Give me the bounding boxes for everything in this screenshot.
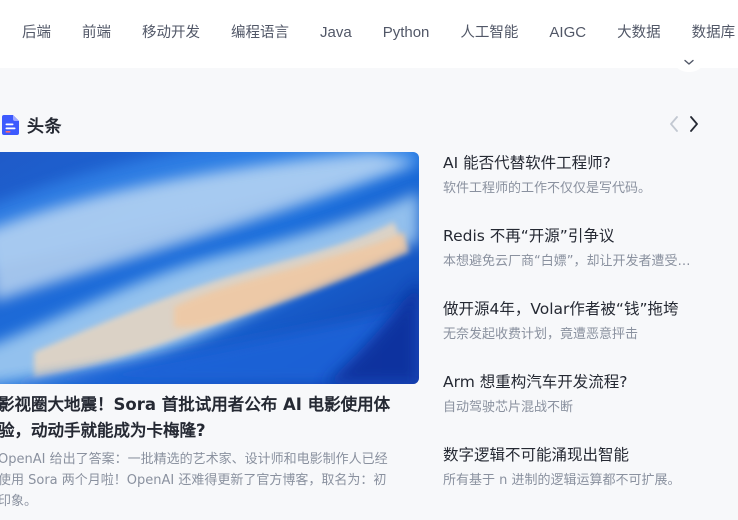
- headline-item[interactable]: 做开源4年，Volar作者被“钱”拖垮 无奈发起收费计划，竟遭恶意抨击: [443, 298, 733, 371]
- hero-title-line: 验，动动手就能成为卡梅隆?: [0, 421, 206, 440]
- headline-item[interactable]: Redis 不再“开源”引争议 本想避免云厂商“白嫖”，却让开发者遭受损失: [443, 225, 733, 298]
- hero-description: OpenAI 给出了答案：一批精选的艺术家、设计师和电影制作人已经 使用 Sor…: [0, 449, 420, 512]
- nav-item-mobile[interactable]: 移动开发: [142, 22, 200, 44]
- headline-item[interactable]: 数字逻辑不可能涌现出智能 所有基于 n 进制的逻辑运算都不可扩展。: [443, 444, 733, 517]
- headline-desc: 自动驾驶芯片混战不断: [443, 400, 574, 415]
- nav-item-bigdata[interactable]: 大数据: [617, 22, 661, 44]
- headline-title[interactable]: 数字逻辑不可能涌现出智能: [443, 444, 733, 466]
- headline-title[interactable]: Arm 想重构汽车开发流程?: [443, 371, 733, 393]
- hero-title-line: 影视圈大地震！Sora 首批试用者公布 AI 电影使用体: [0, 395, 391, 414]
- hero-title[interactable]: 影视圈大地震！Sora 首批试用者公布 AI 电影使用体 验，动动手就能成为卡梅…: [0, 392, 416, 444]
- hero-desc-line: 使用 Sora 两个月啦！OpenAI 还难得更新了官方博客，取名为：初: [0, 473, 387, 488]
- headline-title[interactable]: 做开源4年，Volar作者被“钱”拖垮: [443, 298, 733, 320]
- chevron-left-icon[interactable]: [666, 113, 682, 135]
- document-icon: [2, 114, 19, 135]
- expand-nav-button[interactable]: [672, 56, 706, 72]
- headline-desc: 所有基于 n 进制的逻辑运算都不可扩展。: [443, 473, 681, 488]
- hero-image[interactable]: [0, 152, 419, 384]
- nav-item-aigc[interactable]: AIGC: [549, 22, 586, 44]
- chevron-right-icon[interactable]: [686, 113, 702, 135]
- section-header: 头条: [2, 112, 62, 137]
- section-title: 头条: [27, 117, 62, 137]
- headline-desc: 本想避免云厂商“白嫖”，却让开发者遭受损失: [443, 254, 693, 269]
- nav-item-languages[interactable]: 编程语言: [231, 22, 289, 44]
- nav-item-database[interactable]: 数据库: [692, 22, 736, 44]
- headline-title[interactable]: AI 能否代替软件工程师?: [443, 152, 733, 174]
- headline-desc: 无奈发起收费计划，竟遭恶意抨击: [443, 327, 639, 342]
- headline-item[interactable]: AI 能否代替软件工程师? 软件工程师的工作不仅仅是写代码。: [443, 152, 733, 225]
- chevron-down-icon: [684, 59, 694, 65]
- nav-item-frontend[interactable]: 前端: [82, 22, 111, 44]
- headline-desc: 软件工程师的工作不仅仅是写代码。: [443, 181, 652, 196]
- headline-list: AI 能否代替软件工程师? 软件工程师的工作不仅仅是写代码。 Redis 不再“…: [443, 152, 733, 517]
- nav-item-java[interactable]: Java: [320, 22, 352, 44]
- nav-item-ai[interactable]: 人工智能: [460, 22, 518, 44]
- nav-item-backend[interactable]: 后端: [22, 22, 51, 44]
- hero-desc-line: 印象。: [0, 494, 38, 509]
- headline-title[interactable]: Redis 不再“开源”引争议: [443, 225, 733, 247]
- nav-item-python[interactable]: Python: [383, 22, 430, 44]
- hero-desc-line: OpenAI 给出了答案：一批精选的艺术家、设计师和电影制作人已经: [0, 452, 388, 467]
- category-nav: 后端 前端 移动开发 编程语言 Java Python 人工智能 AIGC 大数…: [0, 0, 738, 68]
- headline-item[interactable]: Arm 想重构汽车开发流程? 自动驾驶芯片混战不断: [443, 371, 733, 444]
